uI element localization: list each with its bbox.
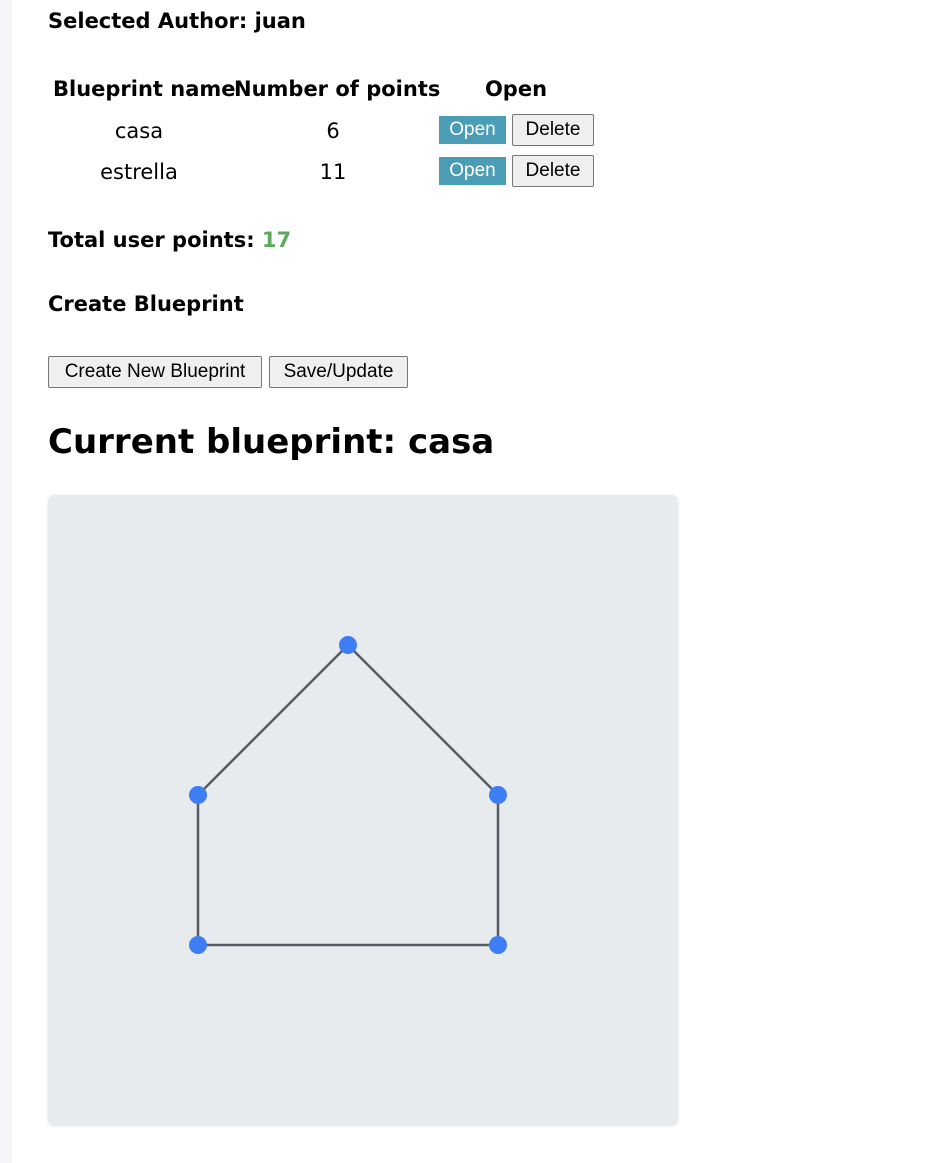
- blueprint-points-cell: 6: [326, 119, 340, 143]
- open-blueprint-button[interactable]: Open: [439, 116, 506, 144]
- create-new-blueprint-button[interactable]: Create New Blueprint: [48, 356, 262, 388]
- blueprint-canvas[interactable]: [48, 495, 678, 1125]
- create-blueprint-heading: Create Blueprint: [48, 292, 244, 316]
- current-blueprint-heading: Current blueprint: casa: [48, 422, 494, 462]
- blueprint-point[interactable]: [489, 786, 507, 804]
- column-header-number-of-points: Number of points: [234, 77, 441, 101]
- blueprint-point[interactable]: [189, 936, 207, 954]
- column-header-blueprint-name: Blueprint name: [53, 77, 236, 101]
- total-user-points: Total user points: 17: [48, 228, 291, 252]
- total-user-points-label: Total user points:: [48, 228, 255, 252]
- selected-author-name: juan: [254, 9, 306, 33]
- table-row: estrella 11 Open Delete: [48, 155, 608, 191]
- blueprint-name-cell: casa: [114, 119, 164, 143]
- delete-blueprint-button[interactable]: Delete: [512, 155, 594, 187]
- open-blueprint-button[interactable]: Open: [439, 157, 506, 185]
- page: Selected Author: juan Blueprint name Num…: [12, 0, 940, 1163]
- delete-blueprint-button[interactable]: Delete: [512, 114, 594, 146]
- save-update-button[interactable]: Save/Update: [269, 356, 408, 388]
- current-blueprint-name: casa: [407, 422, 495, 462]
- blueprint-points-cell: 11: [319, 160, 347, 184]
- blueprint-point[interactable]: [339, 636, 357, 654]
- selected-author-label: Selected Author:: [48, 9, 248, 33]
- current-blueprint-label: Current blueprint:: [48, 422, 397, 462]
- table-row: casa 6 Open Delete: [48, 114, 608, 150]
- blueprint-point[interactable]: [189, 786, 207, 804]
- selected-author-heading: Selected Author: juan: [48, 9, 306, 33]
- blueprint-segment: [197, 644, 349, 796]
- blueprint-point[interactable]: [489, 936, 507, 954]
- column-header-open: Open: [484, 77, 548, 101]
- total-user-points-value: 17: [261, 228, 292, 252]
- blueprint-name-cell: estrella: [100, 160, 178, 184]
- blueprint-segment: [347, 644, 499, 796]
- blueprint-drawing[interactable]: [48, 495, 678, 1125]
